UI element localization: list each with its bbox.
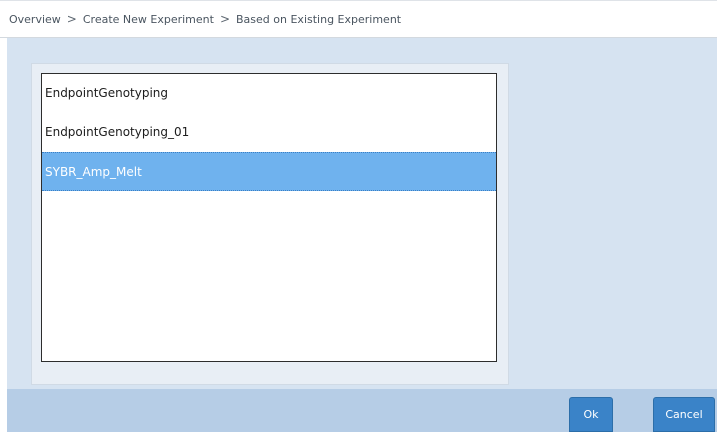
footer-bar: Ok Cancel bbox=[7, 389, 717, 432]
list-item[interactable]: EndpointGenotyping_01 bbox=[42, 113, 496, 152]
ok-button[interactable]: Ok bbox=[569, 397, 613, 432]
breadcrumb-item-based-on-existing: Based on Existing Experiment bbox=[236, 12, 402, 26]
breadcrumb: Overview > Create New Experiment > Based… bbox=[0, 0, 717, 38]
breadcrumb-separator-icon: > bbox=[219, 12, 231, 26]
content-area: EndpointGenotyping EndpointGenotyping_01… bbox=[7, 38, 717, 389]
experiment-list[interactable]: EndpointGenotyping EndpointGenotyping_01… bbox=[41, 73, 497, 362]
cancel-button[interactable]: Cancel bbox=[653, 397, 715, 432]
experiment-list-panel: EndpointGenotyping EndpointGenotyping_01… bbox=[31, 63, 509, 385]
breadcrumb-item-create-new-experiment[interactable]: Create New Experiment bbox=[83, 13, 214, 26]
list-item-selected[interactable]: SYBR_Amp_Melt bbox=[42, 152, 496, 191]
left-margin-strip bbox=[0, 38, 7, 432]
breadcrumb-separator-icon: > bbox=[66, 12, 77, 26]
list-item[interactable]: EndpointGenotyping bbox=[42, 74, 496, 113]
breadcrumb-item-overview[interactable]: Overview bbox=[9, 13, 61, 26]
